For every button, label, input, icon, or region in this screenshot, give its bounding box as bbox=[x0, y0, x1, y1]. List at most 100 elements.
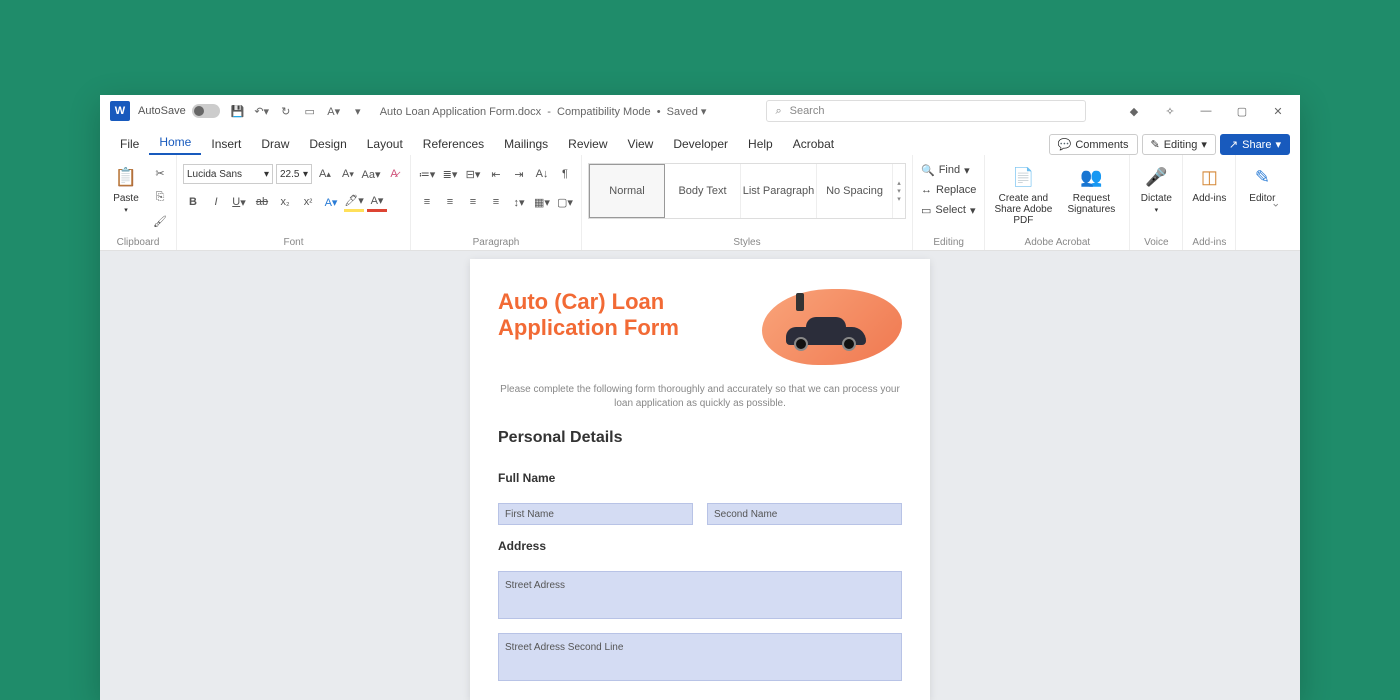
document-area[interactable]: Auto (Car) Loan Application Form Please … bbox=[100, 251, 1300, 700]
qat-icon-1[interactable]: ▭ bbox=[301, 102, 319, 120]
paste-button[interactable]: 📋 Paste ▾ bbox=[106, 157, 146, 214]
underline-button[interactable]: U▾ bbox=[229, 192, 249, 212]
style-no-spacing[interactable]: No Spacing bbox=[817, 164, 893, 218]
autosave-toggle[interactable] bbox=[192, 104, 220, 118]
request-signatures-button[interactable]: 👥 Request Signatures bbox=[1059, 157, 1123, 215]
change-case-icon[interactable]: Aa▾ bbox=[361, 164, 381, 184]
save-icon[interactable]: 💾 bbox=[229, 102, 247, 120]
font-color-icon[interactable]: A▾ bbox=[367, 192, 387, 212]
tab-help[interactable]: Help bbox=[738, 133, 783, 155]
group-paragraph: ≔▾ ≣▾ ⊟▾ ⇤ ⇥ A↓ ¶ ≡ ≡ ≡ ≡ ↕▾ ▦▾ ▢▾ bbox=[411, 155, 582, 250]
numbering-icon[interactable]: ≣▾ bbox=[440, 164, 460, 184]
word-app-icon: W bbox=[110, 101, 130, 121]
intro-text: Please complete the following form thoro… bbox=[498, 383, 902, 411]
increase-indent-icon[interactable]: ⇥ bbox=[509, 164, 529, 184]
group-voice: 🎤 Dictate ▾ Voice bbox=[1130, 155, 1183, 250]
strikethrough-button[interactable]: ab bbox=[252, 192, 272, 212]
justify-icon[interactable]: ≡ bbox=[486, 192, 506, 212]
text-effects-icon[interactable]: A▾ bbox=[321, 192, 341, 212]
tab-insert[interactable]: Insert bbox=[201, 133, 251, 155]
shading-icon[interactable]: ▦▾ bbox=[532, 192, 552, 212]
tab-view[interactable]: View bbox=[618, 133, 664, 155]
comments-button[interactable]: 💬 Comments bbox=[1049, 134, 1138, 155]
editing-button[interactable]: ✎ Editing ▾ bbox=[1142, 134, 1216, 155]
borders-icon[interactable]: ▢▾ bbox=[555, 192, 575, 212]
share-button[interactable]: ↗ Share ▾ bbox=[1220, 134, 1290, 155]
align-left-icon[interactable]: ≡ bbox=[417, 192, 437, 212]
find-button[interactable]: 🔍 Find ▾ bbox=[919, 161, 978, 179]
redo-icon[interactable]: ↻ bbox=[277, 102, 295, 120]
first-name-field[interactable]: First Name bbox=[498, 503, 693, 525]
align-right-icon[interactable]: ≡ bbox=[463, 192, 483, 212]
styles-gallery: Normal Body Text List Paragraph No Spaci… bbox=[588, 163, 906, 219]
format-painter-icon[interactable]: 🖌 bbox=[150, 211, 170, 231]
tab-developer[interactable]: Developer bbox=[663, 133, 738, 155]
dictate-button[interactable]: 🎤 Dictate ▾ bbox=[1136, 157, 1176, 214]
superscript-button[interactable]: x² bbox=[298, 192, 318, 212]
second-name-field[interactable]: Second Name bbox=[707, 503, 902, 525]
maximize-button[interactable]: ▢ bbox=[1224, 97, 1260, 125]
style-body-text[interactable]: Body Text bbox=[665, 164, 741, 218]
search-icon: ⌕ bbox=[775, 105, 781, 118]
qat-icon-2[interactable]: A▾ bbox=[325, 102, 343, 120]
group-styles: Normal Body Text List Paragraph No Spaci… bbox=[582, 155, 913, 250]
tab-file[interactable]: File bbox=[110, 133, 149, 155]
street-address-field[interactable]: Street Adress bbox=[498, 571, 902, 619]
tab-acrobat[interactable]: Acrobat bbox=[783, 133, 844, 155]
tab-draw[interactable]: Draw bbox=[251, 133, 299, 155]
tab-mailings[interactable]: Mailings bbox=[494, 133, 558, 155]
font-size-select[interactable]: 22.5▾ bbox=[276, 164, 312, 184]
sort-icon[interactable]: A↓ bbox=[532, 164, 552, 184]
style-normal[interactable]: Normal bbox=[589, 164, 665, 218]
cut-icon[interactable]: ✂ bbox=[150, 163, 170, 183]
close-button[interactable]: ✕ bbox=[1260, 97, 1296, 125]
collapse-ribbon-icon[interactable]: ⌄ bbox=[1271, 196, 1280, 209]
tab-home[interactable]: Home bbox=[149, 131, 201, 155]
qat-more-icon[interactable]: ▾ bbox=[349, 102, 367, 120]
group-font: Lucida Sans▾ 22.5▾ A▴ A▾ Aa▾ A̷ B I U▾ a… bbox=[177, 155, 411, 250]
word-window: W AutoSave 💾 ↶▾ ↻ ▭ A▾ ▾ Auto Loan Appli… bbox=[100, 95, 1300, 700]
group-label-editor bbox=[1242, 235, 1282, 248]
page-header: Auto (Car) Loan Application Form bbox=[498, 289, 902, 365]
show-marks-icon[interactable]: ¶ bbox=[555, 164, 575, 184]
italic-button[interactable]: I bbox=[206, 192, 226, 212]
group-addins: ◫ Add-ins Add-ins bbox=[1183, 155, 1236, 250]
group-label-paragraph: Paragraph bbox=[417, 235, 575, 248]
clear-format-icon[interactable]: A̷ bbox=[384, 164, 404, 184]
search-input[interactable]: ⌕ Search bbox=[766, 100, 1086, 122]
premium-icon[interactable]: ◆ bbox=[1116, 97, 1152, 125]
styles-more-icon[interactable]: ▴▾▾ bbox=[893, 164, 905, 218]
bold-button[interactable]: B bbox=[183, 192, 203, 212]
font-name-select[interactable]: Lucida Sans▾ bbox=[183, 164, 273, 184]
line-spacing-icon[interactable]: ↕▾ bbox=[509, 192, 529, 212]
multilevel-icon[interactable]: ⊟▾ bbox=[463, 164, 483, 184]
shrink-font-icon[interactable]: A▾ bbox=[338, 164, 358, 184]
decrease-indent-icon[interactable]: ⇤ bbox=[486, 164, 506, 184]
undo-icon[interactable]: ↶▾ bbox=[253, 102, 271, 120]
tab-references[interactable]: References bbox=[413, 133, 494, 155]
replace-button[interactable]: ↔ Replace bbox=[919, 181, 978, 199]
minimize-button[interactable]: — bbox=[1188, 97, 1224, 125]
tab-review[interactable]: Review bbox=[558, 133, 617, 155]
bullets-icon[interactable]: ≔▾ bbox=[417, 164, 437, 184]
doc-save-status: Saved bbox=[667, 106, 698, 118]
select-button[interactable]: ▭ Select ▾ bbox=[919, 201, 978, 219]
create-pdf-button[interactable]: 📄 Create and Share Adobe PDF bbox=[991, 157, 1055, 226]
style-list-paragraph[interactable]: List Paragraph bbox=[741, 164, 817, 218]
grow-font-icon[interactable]: A▴ bbox=[315, 164, 335, 184]
group-adobe: 📄 Create and Share Adobe PDF 👥 Request S… bbox=[985, 155, 1130, 250]
align-center-icon[interactable]: ≡ bbox=[440, 192, 460, 212]
group-label-voice: Voice bbox=[1136, 235, 1176, 248]
paste-icon: 📋 bbox=[112, 163, 140, 191]
street-address-2-field[interactable]: Street Adress Second Line bbox=[498, 633, 902, 681]
group-clipboard: 📋 Paste ▾ ✂ ⎘ 🖌 Clipboard bbox=[100, 155, 177, 250]
coming-soon-icon[interactable]: ✧ bbox=[1152, 97, 1188, 125]
tab-design[interactable]: Design bbox=[299, 133, 356, 155]
tab-layout[interactable]: Layout bbox=[357, 133, 413, 155]
group-label-addins: Add-ins bbox=[1189, 235, 1229, 248]
highlight-icon[interactable]: 🖊▾ bbox=[344, 192, 364, 212]
addins-icon: ◫ bbox=[1195, 163, 1223, 191]
copy-icon[interactable]: ⎘ bbox=[150, 187, 170, 207]
addins-button[interactable]: ◫ Add-ins bbox=[1189, 157, 1229, 204]
subscript-button[interactable]: x₂ bbox=[275, 192, 295, 212]
